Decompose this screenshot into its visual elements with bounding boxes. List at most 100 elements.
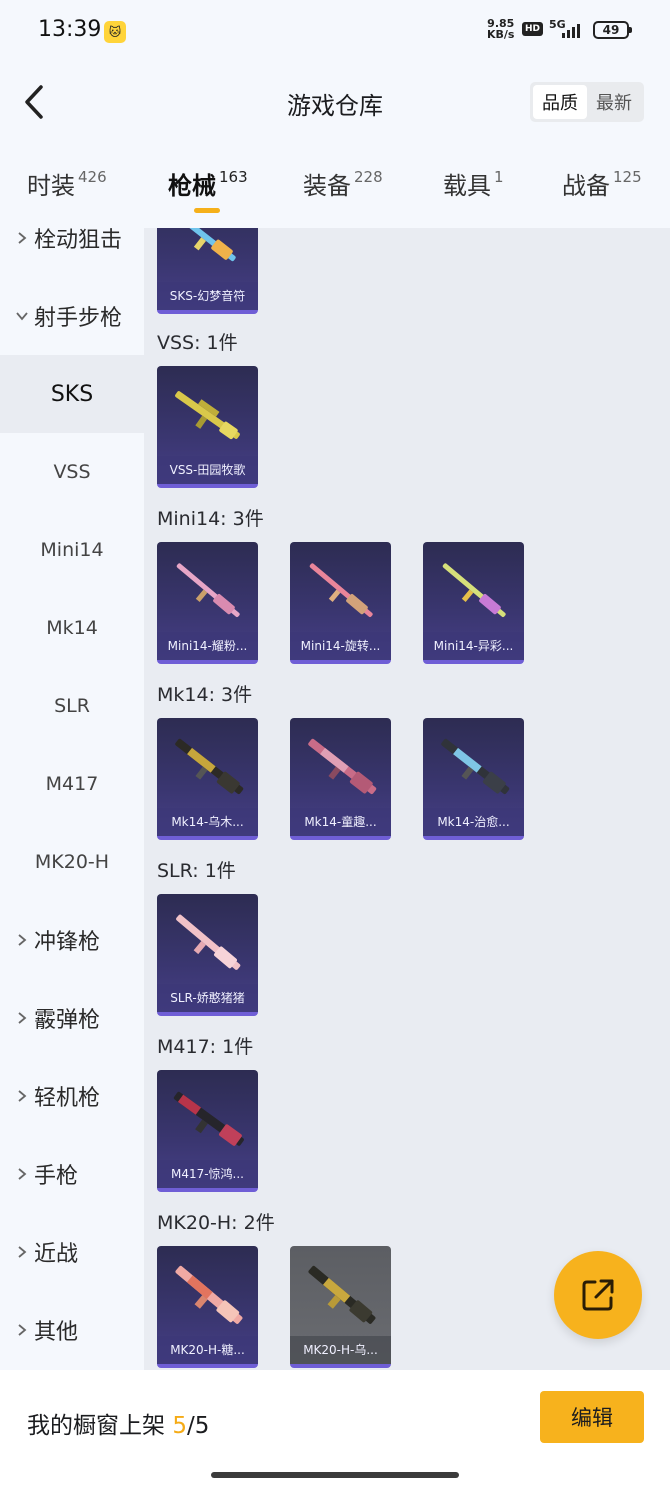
- sort-quality-button[interactable]: 品质: [533, 85, 587, 119]
- chevron-right-icon: [14, 1323, 30, 1337]
- sidebar-item-label: 霰弹枪: [34, 1008, 101, 1033]
- sidebar-item-label: 栓动狙击: [34, 228, 123, 253]
- sidebar-item-lmg[interactable]: 轻机枪: [0, 1057, 144, 1135]
- section-title-vss: VSS: 1件: [157, 332, 238, 354]
- share-icon: [582, 1279, 614, 1311]
- sidebar-item-dmr[interactable]: 射手步枪: [0, 277, 144, 355]
- section-title-mk20h: MK20-H: 2件: [157, 1212, 275, 1234]
- chevron-right-icon: [14, 1089, 30, 1103]
- section-title-mk14: Mk14: 3件: [157, 684, 253, 706]
- rifle-skin-icon: [308, 738, 377, 795]
- skin-card[interactable]: Mini14-耀粉...: [157, 542, 258, 664]
- skin-card[interactable]: Mini14-旋转...: [290, 542, 391, 664]
- showcase-bar: 我的橱窗上架 5/5 编辑: [0, 1370, 670, 1489]
- tab-guns[interactable]: 枪械 163: [168, 166, 248, 201]
- skin-card-label: Mk14-童趣...: [290, 808, 391, 836]
- skin-card[interactable]: MK20-H-乌...: [290, 1246, 391, 1368]
- battery-icon: 49: [593, 21, 632, 39]
- network-speed-unit: KB/s: [487, 28, 515, 41]
- sidebar-item-label: 其他: [34, 1320, 79, 1345]
- skin-card[interactable]: Mk14-治愈...: [423, 718, 524, 840]
- weapon-skin-grid: SKS-幻梦音符 VSS: 1件 VSS-田园牧歌 Mini14: 3件 Min…: [144, 228, 670, 1370]
- chevron-right-icon: [14, 231, 30, 245]
- sidebar-item-smg[interactable]: 冲锋枪: [0, 901, 144, 979]
- skin-card-label: Mini14-耀粉...: [157, 632, 258, 660]
- rifle-skin-icon: [175, 1265, 243, 1324]
- tab-label: 载具: [443, 172, 491, 200]
- sidebar-item-mk14[interactable]: Mk14: [0, 589, 144, 667]
- skin-card-label: Mk14-治愈...: [423, 808, 524, 836]
- skin-card[interactable]: Mini14-异彩...: [423, 542, 524, 664]
- sidebar-item-pistol[interactable]: 手枪: [0, 1135, 144, 1213]
- skin-card-label: SKS-幻梦音符: [157, 282, 258, 310]
- rifle-skin-icon: [176, 563, 240, 618]
- tab-label: 装备: [303, 172, 351, 200]
- sidebar-item-slr[interactable]: SLR: [0, 667, 144, 745]
- chevron-right-icon: [14, 933, 30, 947]
- edit-button[interactable]: 编辑: [540, 1391, 644, 1443]
- skin-card[interactable]: Mk14-乌木...: [157, 718, 258, 840]
- sidebar-item-bolt-sniper[interactable]: 栓动狙击: [0, 228, 144, 277]
- rifle-skin-icon: [175, 391, 240, 440]
- sidebar-item-m417[interactable]: M417: [0, 745, 144, 823]
- skin-card-label: MK20-H-糖...: [157, 1336, 258, 1364]
- tab-count: 125: [613, 168, 642, 186]
- status-time: 13:39: [38, 17, 102, 42]
- skin-card[interactable]: VSS-田园牧歌: [157, 366, 258, 488]
- sidebar-item-melee[interactable]: 近战: [0, 1213, 144, 1291]
- skin-card[interactable]: SLR-娇憨猪猪: [157, 894, 258, 1016]
- rifle-skin-icon: [308, 1265, 376, 1324]
- active-tab-indicator: [194, 208, 220, 213]
- network-speed: 9.85 KB/s: [487, 18, 514, 40]
- showcase-current-count: 5: [172, 1413, 187, 1439]
- section-title-mini14: Mini14: 3件: [157, 508, 264, 530]
- showcase-label: 我的橱窗上架: [27, 1413, 165, 1439]
- status-bar: 13:39 🐱 9.85 KB/s HD 5G 49: [0, 0, 670, 62]
- skin-card-label: Mini14-异彩...: [423, 632, 524, 660]
- tab-fashion[interactable]: 时装 426: [27, 166, 107, 201]
- skin-card[interactable]: MK20-H-糖...: [157, 1246, 258, 1368]
- skin-card-label: M417-惊鸿...: [157, 1160, 258, 1188]
- showcase-status: 我的橱窗上架 5/5: [27, 1406, 209, 1440]
- share-button[interactable]: [554, 1251, 642, 1339]
- skin-card[interactable]: SKS-幻梦音符: [157, 228, 258, 314]
- skin-card-label: Mk14-乌木...: [157, 808, 258, 836]
- sidebar-item-sks[interactable]: SKS: [0, 355, 144, 433]
- skin-card-label: MK20-H-乌...: [290, 1336, 391, 1364]
- tab-count: 163: [219, 168, 248, 186]
- chevron-right-icon: [14, 1245, 30, 1259]
- rifle-skin-icon: [442, 563, 506, 618]
- sidebar-item-mk20h[interactable]: MK20-H: [0, 823, 144, 901]
- tab-count: 1: [494, 168, 504, 186]
- tab-label: 时装: [27, 172, 75, 200]
- tab-equipment[interactable]: 装备 228: [303, 166, 383, 201]
- sidebar-item-label: 手枪: [34, 1164, 79, 1189]
- tab-label: 枪械: [168, 172, 216, 200]
- chevron-down-icon: [14, 311, 30, 321]
- skin-card-label: Mini14-旋转...: [290, 632, 391, 660]
- sort-newest-button[interactable]: 最新: [587, 85, 641, 119]
- home-indicator[interactable]: [211, 1472, 459, 1478]
- sidebar-item-shotgun[interactable]: 霰弹枪: [0, 979, 144, 1057]
- signal-icon: [562, 22, 586, 38]
- weapon-category-sidebar: 栓动狙击 射手步枪 SKS VSS Mini14 Mk14 SLR M417 M…: [0, 228, 144, 1370]
- sort-toggle: 品质 最新: [530, 82, 644, 122]
- skin-card-label: SLR-娇憨猪猪: [157, 984, 258, 1012]
- sidebar-item-label: 轻机枪: [34, 1086, 101, 1111]
- sidebar-item-vss[interactable]: VSS: [0, 433, 144, 511]
- sidebar-item-mini14[interactable]: Mini14: [0, 511, 144, 589]
- tab-supplies[interactable]: 战备 125: [562, 166, 642, 201]
- showcase-total: /5: [186, 1413, 210, 1439]
- skin-card[interactable]: Mk14-童趣...: [290, 718, 391, 840]
- rifle-skin-icon: [173, 1091, 244, 1146]
- tab-label: 战备: [562, 172, 610, 200]
- sidebar-item-other[interactable]: 其他: [0, 1291, 144, 1369]
- skin-card[interactable]: M417-惊鸿...: [157, 1070, 258, 1192]
- hd-icon: HD: [522, 22, 544, 36]
- tab-vehicles[interactable]: 载具 1: [443, 166, 504, 201]
- header: 游戏仓库 品质 最新: [0, 62, 670, 142]
- tab-count: 426: [78, 168, 107, 186]
- rifle-skin-icon: [441, 738, 510, 795]
- chevron-right-icon: [14, 1011, 30, 1025]
- sidebar-item-label: 冲锋枪: [34, 930, 101, 955]
